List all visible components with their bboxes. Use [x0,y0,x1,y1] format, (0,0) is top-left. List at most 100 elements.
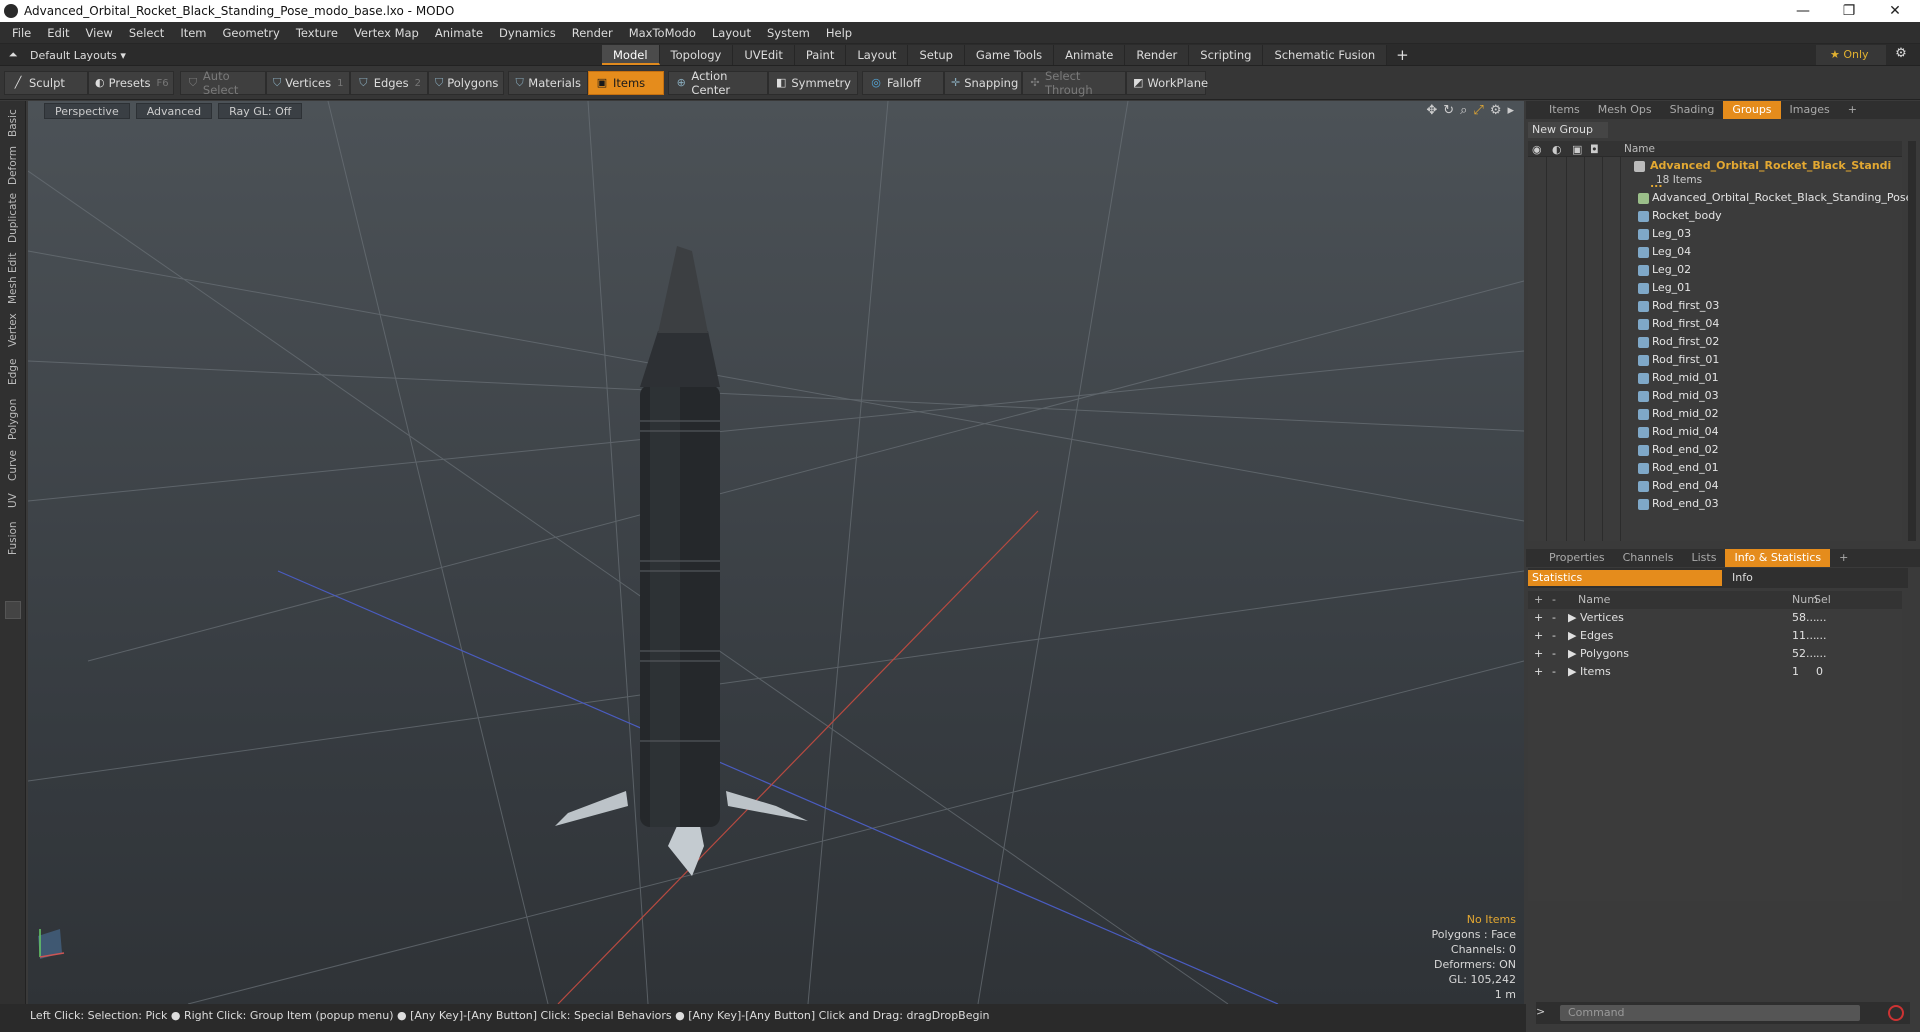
vtab-uv[interactable]: UV [2,487,24,515]
list-item[interactable]: Leg_01 [1528,279,1902,297]
tab-animate[interactable]: Animate [1054,45,1126,65]
vtab-vertex[interactable]: Vertex [2,309,24,351]
action-center-button[interactable]: ⊕ Action Center [668,69,768,97]
list-item[interactable]: Leg_03 [1528,225,1902,243]
collapse-row-icon[interactable]: - [1552,609,1556,627]
tab-paint[interactable]: Paint [794,45,847,65]
expand-row-icon[interactable]: + [1534,663,1543,681]
render-icon[interactable]: ◐ [1552,143,1562,156]
list-item[interactable]: Leg_04 [1528,243,1902,261]
menu-item[interactable]: Item [172,26,214,40]
disclosure-triangle-icon[interactable]: ▶ [1568,609,1576,627]
disclosure-triangle-icon[interactable]: ▶ [1568,645,1576,663]
zoom-icon[interactable]: ⌕ [1460,103,1467,118]
list-item[interactable]: Rod_first_02 [1528,333,1902,351]
tab-scripting[interactable]: Scripting [1189,45,1264,65]
rotate-icon[interactable]: ↻ [1443,103,1454,118]
add-panel-tab-icon[interactable]: + [1839,101,1866,119]
table-row[interactable]: + - ▶ Vertices 58...... [1528,609,1902,627]
expand-arrow-icon[interactable]: ▸ [1507,103,1514,118]
vtab-curve[interactable]: Curve [2,447,24,485]
table-row[interactable]: + - ▶ Edges 11...... [1528,627,1902,645]
menu-layout[interactable]: Layout [704,26,759,40]
only-toggle[interactable]: ★ Only [1816,45,1886,65]
tab-properties[interactable]: Properties [1540,549,1614,567]
list-item[interactable]: Rocket_body [1528,207,1902,225]
maximize-icon[interactable]: ❐ [1826,0,1872,22]
list-item[interactable]: Rod_end_01 [1528,459,1902,477]
minimize-icon[interactable]: — [1780,0,1826,22]
list-item[interactable]: Rod_first_01 [1528,351,1902,369]
vtab-polygon[interactable]: Polygon [2,393,24,445]
tab-model[interactable]: Model [602,45,660,65]
toggle-icon[interactable] [5,601,21,619]
record-icon[interactable] [1888,1005,1904,1021]
menu-vertex-map[interactable]: Vertex Map [346,26,427,40]
command-input[interactable]: Command [1560,1005,1860,1021]
tab-render[interactable]: Render [1125,45,1190,65]
tab-images[interactable]: Images [1781,101,1839,119]
vtab-basic[interactable]: Basic [2,105,24,141]
menu-texture[interactable]: Texture [288,26,346,40]
snapping-button[interactable]: ✛ Snapping [944,71,1022,95]
table-row[interactable]: + - ▶ Items 1 0 [1528,663,1902,681]
list-item[interactable]: Rod_first_04 [1528,315,1902,333]
presets-button[interactable]: ◐ Presets F6 [88,71,174,95]
edges-button[interactable]: ⛉ Edges 2 [350,71,428,95]
list-item[interactable]: Rod_first_03 [1528,297,1902,315]
falloff-button[interactable]: ◎ Falloff [862,71,944,95]
add-tab-icon[interactable]: + [1387,45,1418,65]
sculpt-button[interactable]: ╱ Sculpt [4,71,88,95]
list-item[interactable]: Rod_mid_03 [1528,387,1902,405]
vtab-mesh-edit[interactable]: Mesh Edit [2,249,24,307]
expand-all-icon[interactable]: + [1534,591,1543,609]
fit-icon[interactable]: ⤢ [1473,103,1483,118]
tab-uvedit[interactable]: UVEdit [733,45,795,65]
vtab-duplicate[interactable]: Duplicate [2,189,24,247]
lock-icon[interactable]: ▣ [1572,143,1582,156]
menu-render[interactable]: Render [564,26,621,40]
3d-viewport[interactable]: Perspective Advanced Ray GL: Off ✥ ↻ ⌕ ⤢… [28,101,1524,1004]
tab-lists[interactable]: Lists [1683,549,1726,567]
tab-groups[interactable]: Groups [1723,101,1781,119]
tab-setup[interactable]: Setup [908,45,965,65]
list-item[interactable]: Rod_end_02 [1528,441,1902,459]
disclosure-triangle-icon[interactable]: ▶ [1568,627,1576,645]
workplane-button[interactable]: ◩ WorkPlane [1126,71,1208,95]
disclosure-triangle-icon[interactable]: ▶ [1568,663,1576,681]
menu-maxtomodo[interactable]: MaxToModo [621,26,704,40]
vertices-button[interactable]: ⛉ Vertices 1 [266,71,350,95]
view-perspective-button[interactable]: Perspective [44,103,130,119]
list-item[interactable]: Rod_end_04 [1528,477,1902,495]
select-icon[interactable]: ◘ [1590,143,1599,156]
tab-shading[interactable]: Shading [1661,101,1724,119]
tab-items[interactable]: Items [1540,101,1589,119]
info-tab[interactable]: Info [1728,570,1753,586]
menu-animate[interactable]: Animate [427,26,491,40]
vtab-fusion[interactable]: Fusion [2,517,24,559]
statistics-tab[interactable]: Statistics [1528,570,1722,586]
collapse-row-icon[interactable]: - [1552,663,1556,681]
tab-topology[interactable]: Topology [659,45,734,65]
ray-gl-button[interactable]: Ray GL: Off [218,103,303,119]
menu-edit[interactable]: Edit [39,26,77,40]
list-item[interactable]: Leg_02 [1528,261,1902,279]
auto-select-button[interactable]: ⛉ Auto Select [180,69,266,97]
list-item[interactable]: Rod_end_03 [1528,495,1902,513]
collapse-row-icon[interactable]: - [1552,627,1556,645]
expand-row-icon[interactable]: + [1534,645,1543,663]
tab-mesh-ops[interactable]: Mesh Ops [1589,101,1661,119]
menu-geometry[interactable]: Geometry [215,26,288,40]
tab-schematic-fusion[interactable]: Schematic Fusion [1263,45,1388,65]
expand-row-icon[interactable]: + [1534,609,1543,627]
symmetry-button[interactable]: ◧ Symmetry [768,71,858,95]
menu-select[interactable]: Select [121,26,172,40]
groups-scrollbar[interactable] [1908,141,1916,541]
eye-icon[interactable]: ◉ [1532,143,1542,156]
list-item[interactable]: Rod_mid_01 [1528,369,1902,387]
layout-selector[interactable]: ⏶ Default Layouts ▾ [6,46,126,64]
add-bottom-tab-icon[interactable]: + [1830,549,1857,567]
pan-icon[interactable]: ✥ [1426,103,1437,118]
menu-dynamics[interactable]: Dynamics [491,26,564,40]
items-button[interactable]: ▣ Items [588,71,664,95]
